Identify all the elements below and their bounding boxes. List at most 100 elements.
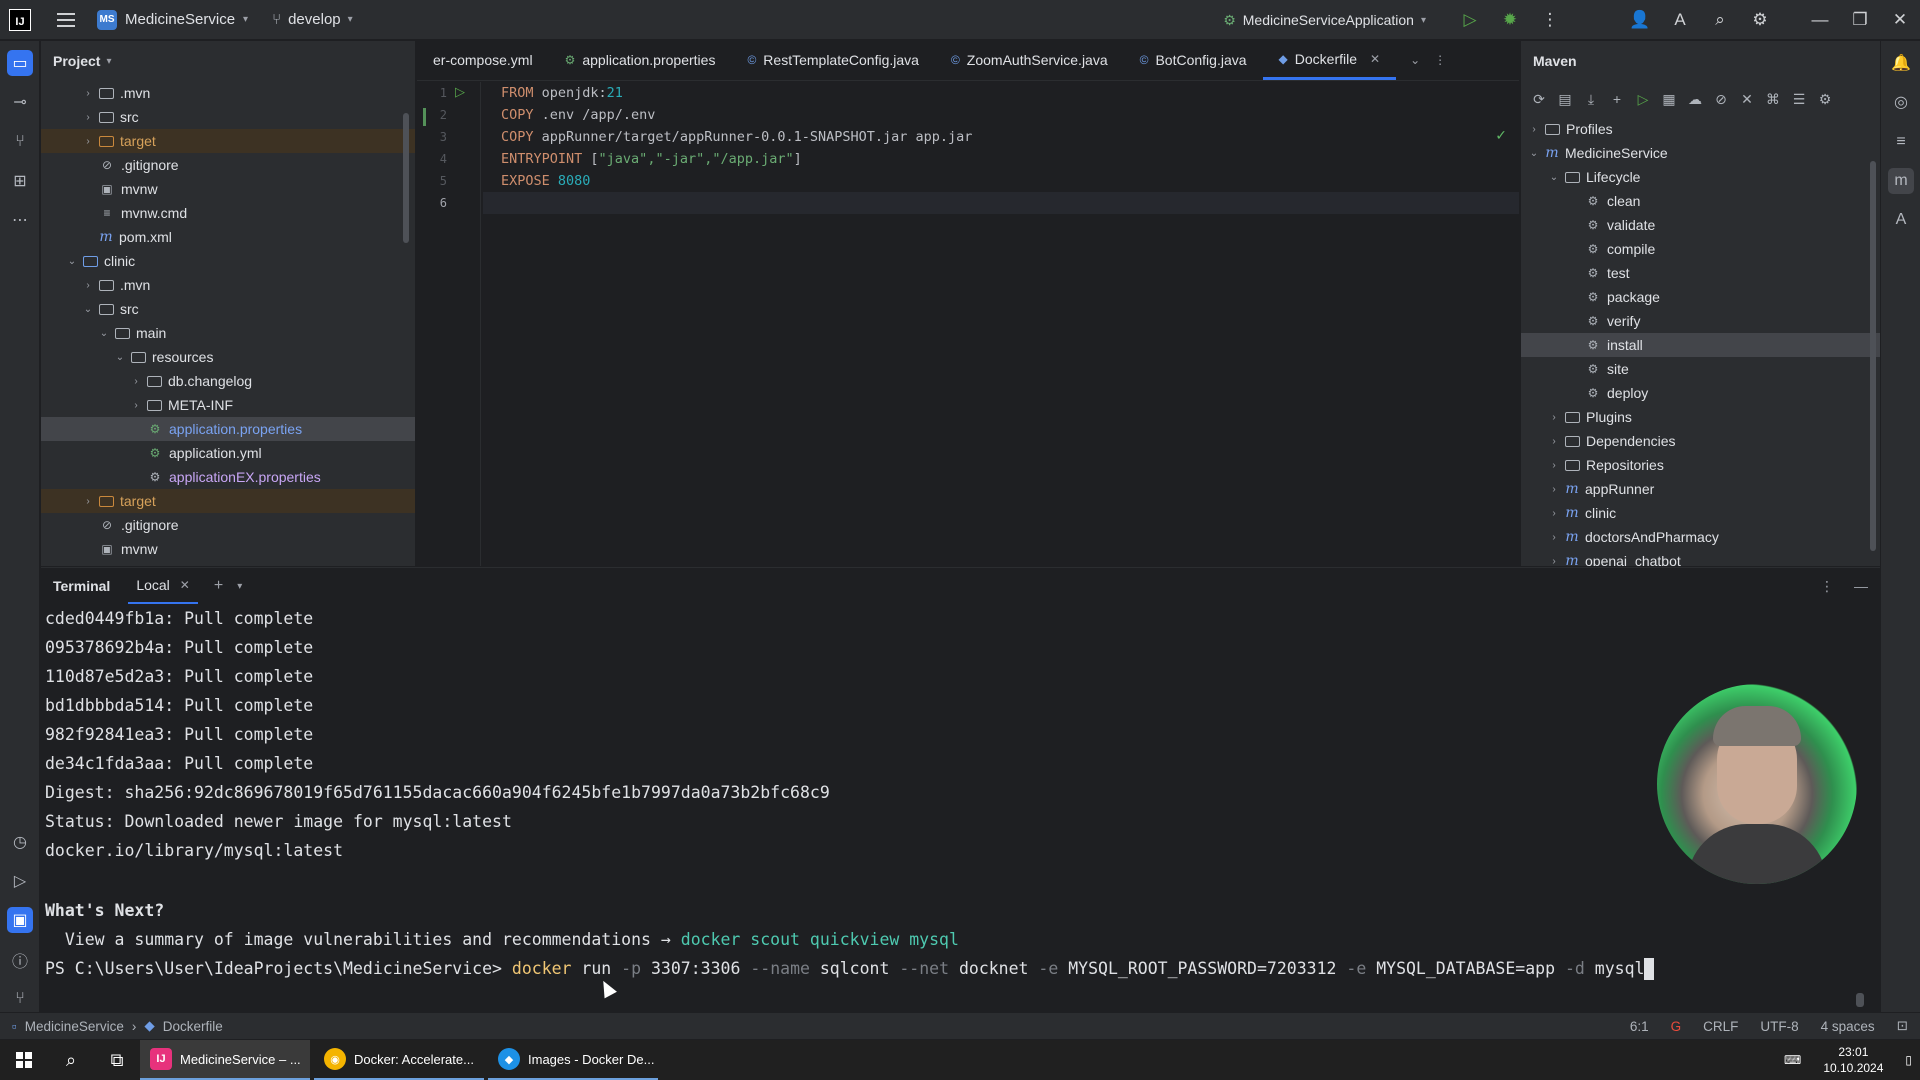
editor-tab[interactable]: ©er-compose.yml bbox=[417, 40, 549, 80]
project-tree-row[interactable]: › META-INF bbox=[41, 393, 415, 417]
maven-settings-icon[interactable]: ⚙ bbox=[1817, 91, 1833, 108]
settings-icon[interactable]: ⚙ bbox=[1740, 10, 1780, 30]
project-tree-row[interactable]: ▣ mvnw bbox=[41, 177, 415, 201]
grazie-icon[interactable]: G bbox=[1671, 1019, 1682, 1034]
notifications-icon[interactable]: 🔔 bbox=[1888, 50, 1914, 76]
maven-row[interactable]: ⚙ clean bbox=[1521, 189, 1880, 213]
chevron-right-icon[interactable]: › bbox=[1547, 484, 1561, 495]
search-icon[interactable]: ⌕ bbox=[48, 1050, 94, 1071]
chevron-right-icon[interactable]: › bbox=[1547, 556, 1561, 567]
code-line[interactable]: EXPOSE 8080 bbox=[483, 170, 1519, 192]
keyboard-icon[interactable]: ⌨ bbox=[1784, 1053, 1801, 1067]
chevron-right-icon[interactable]: › bbox=[81, 112, 95, 123]
chevron-down-icon[interactable]: ⌄ bbox=[97, 328, 111, 339]
skip-tests-icon[interactable]: ⊘ bbox=[1713, 91, 1729, 108]
project-tree-row[interactable]: › .mvn bbox=[41, 273, 415, 297]
generate-sources-icon[interactable]: ▤ bbox=[1557, 91, 1573, 108]
project-tree-row[interactable]: ⌄ src bbox=[41, 297, 415, 321]
maven-row[interactable]: ⚙ package bbox=[1521, 285, 1880, 309]
chevron-right-icon[interactable]: › bbox=[81, 136, 95, 147]
taskbar-app[interactable]: ◉ Docker: Accelerate... bbox=[314, 1040, 484, 1080]
debug-icon[interactable]: ✹ bbox=[1490, 10, 1530, 30]
chevron-right-icon[interactable]: › bbox=[1547, 460, 1561, 471]
project-scrollbar[interactable] bbox=[403, 113, 409, 243]
indent-setting[interactable]: 4 spaces bbox=[1821, 1019, 1875, 1034]
code-line[interactable]: ENTRYPOINT ["java","-jar","/app.jar"] bbox=[483, 148, 1519, 170]
project-tool-icon[interactable]: ▭ bbox=[7, 50, 33, 76]
add-icon[interactable]: + bbox=[1609, 91, 1625, 107]
maven-row[interactable]: ⚙ install bbox=[1521, 333, 1880, 357]
file-encoding[interactable]: UTF-8 bbox=[1760, 1019, 1798, 1034]
project-switcher[interactable]: MS MedicineService ▾ bbox=[97, 9, 248, 30]
collapse-all-icon[interactable]: ☰ bbox=[1791, 91, 1807, 108]
chevron-right-icon[interactable]: › bbox=[81, 496, 95, 507]
maven-row[interactable]: ⚙ compile bbox=[1521, 237, 1880, 261]
intellij-logo-icon[interactable]: IJ bbox=[9, 8, 31, 31]
maven-row[interactable]: › Dependencies bbox=[1521, 429, 1880, 453]
project-tree-row[interactable]: ⚙ application.yml bbox=[41, 441, 415, 465]
notification-center-icon[interactable]: ▯ bbox=[1905, 1053, 1912, 1067]
git-tool-icon[interactable]: ⑂ bbox=[7, 986, 33, 1012]
run-icon[interactable]: ▷ bbox=[1450, 10, 1490, 30]
chevron-right-icon[interactable]: › bbox=[1547, 412, 1561, 423]
caret-position[interactable]: 6:1 bbox=[1630, 1019, 1649, 1034]
editor-tab[interactable]: © BotConfig.java bbox=[1124, 40, 1263, 80]
terminal-tab-local[interactable]: Local ✕ bbox=[128, 568, 198, 604]
taskbar-app[interactable]: IJ MedicineService – ... bbox=[140, 1040, 310, 1080]
clock[interactable]: 23:01 10.10.2024 bbox=[1823, 1044, 1883, 1076]
project-tree-row[interactable]: ⌄ clinic bbox=[41, 249, 415, 273]
branch-switcher[interactable]: ⑂ develop ▾ bbox=[272, 11, 353, 28]
gradle-tool-icon[interactable]: A bbox=[1888, 207, 1914, 233]
project-panel-header[interactable]: Project ▾ bbox=[41, 41, 415, 81]
maven-row[interactable]: ⚙ test bbox=[1521, 261, 1880, 285]
project-tree-row[interactable]: › target bbox=[41, 129, 415, 153]
project-tree-row[interactable]: m pom.xml bbox=[41, 225, 415, 249]
chevron-down-icon[interactable]: ⌄ bbox=[65, 256, 79, 267]
new-terminal-icon[interactable]: + bbox=[214, 577, 223, 595]
hide-panel-icon[interactable]: — bbox=[1854, 578, 1868, 594]
chevron-down-icon[interactable]: ⌄ bbox=[1547, 172, 1561, 183]
code-line[interactable]: COPY appRunner/target/appRunner-0.0.1-SN… bbox=[483, 126, 1519, 148]
editor-tab[interactable]: ⚙ application.properties bbox=[549, 40, 732, 80]
run-configuration-selector[interactable]: ⚙ MedicineServiceApplication ▾ bbox=[1223, 12, 1426, 29]
taskbar-app[interactable]: ◆ Images - Docker De... bbox=[488, 1040, 658, 1080]
project-tree-row[interactable]: › db.changelog bbox=[41, 369, 415, 393]
code-area[interactable]: FROM openjdk: 21 COPY .env /app/.env COPY… bbox=[483, 82, 1859, 566]
close-icon[interactable]: ✕ bbox=[180, 578, 190, 592]
terminal-tool-icon[interactable]: ▣ bbox=[7, 907, 33, 933]
more-options-icon[interactable]: ⋮ bbox=[1820, 578, 1834, 595]
services-icon[interactable]: ◷ bbox=[7, 829, 33, 855]
ai-assistant-icon[interactable]: ◎ bbox=[1888, 89, 1914, 115]
project-tree-row[interactable]: ⚙ applicationEX.properties bbox=[41, 465, 415, 489]
chevron-down-icon[interactable]: ▾ bbox=[237, 581, 242, 592]
line-separator[interactable]: CRLF bbox=[1703, 1019, 1738, 1034]
maven-row[interactable]: ⚙ verify bbox=[1521, 309, 1880, 333]
show-dependencies-icon[interactable]: ⌘ bbox=[1765, 91, 1781, 108]
minimize-icon[interactable]: — bbox=[1800, 10, 1840, 30]
close-icon[interactable]: ✕ bbox=[1370, 52, 1380, 66]
maven-row[interactable]: ⌄ Lifecycle bbox=[1521, 165, 1880, 189]
collapse-icon[interactable]: ✕ bbox=[1739, 91, 1755, 108]
main-menu-icon[interactable] bbox=[57, 12, 75, 27]
run-tool-icon[interactable]: ▷ bbox=[7, 868, 33, 894]
more-actions-icon[interactable]: ⋮ bbox=[1530, 10, 1570, 30]
terminal-prompt-line[interactable]: PS C:\Users\User\IdeaProjects\MedicineSe… bbox=[45, 954, 1655, 983]
maven-tool-icon[interactable]: m bbox=[1888, 168, 1914, 194]
project-tree-row[interactable]: › target bbox=[41, 489, 415, 513]
chevron-right-icon[interactable]: › bbox=[1547, 532, 1561, 543]
editor-tab[interactable]: © ZoomAuthService.java bbox=[935, 40, 1124, 80]
more-actions-icon[interactable]: ⋮ bbox=[1434, 53, 1446, 67]
maven-scrollbar[interactable] bbox=[1870, 161, 1876, 551]
project-tree-row[interactable]: ⌄ resources bbox=[41, 345, 415, 369]
maven-row[interactable]: ⚙ site bbox=[1521, 357, 1880, 381]
run-gutter-icon[interactable]: ▷ bbox=[455, 84, 465, 100]
terminal-scrollbar[interactable] bbox=[1856, 993, 1864, 1007]
breadcrumb-project[interactable]: MedicineService bbox=[25, 1019, 124, 1034]
database-icon[interactable]: ≡ bbox=[1888, 129, 1914, 155]
maven-row[interactable]: › Repositories bbox=[1521, 453, 1880, 477]
chevron-down-icon[interactable]: ⌄ bbox=[113, 352, 127, 363]
code-line[interactable]: FROM openjdk: 21 bbox=[483, 82, 1519, 104]
maven-row[interactable]: › m doctorsAndPharmacy bbox=[1521, 525, 1880, 549]
project-tree-row[interactable]: ⊘ .gitignore bbox=[41, 153, 415, 177]
project-tree-row[interactable]: ≡ mvnw.cmd bbox=[41, 201, 415, 225]
